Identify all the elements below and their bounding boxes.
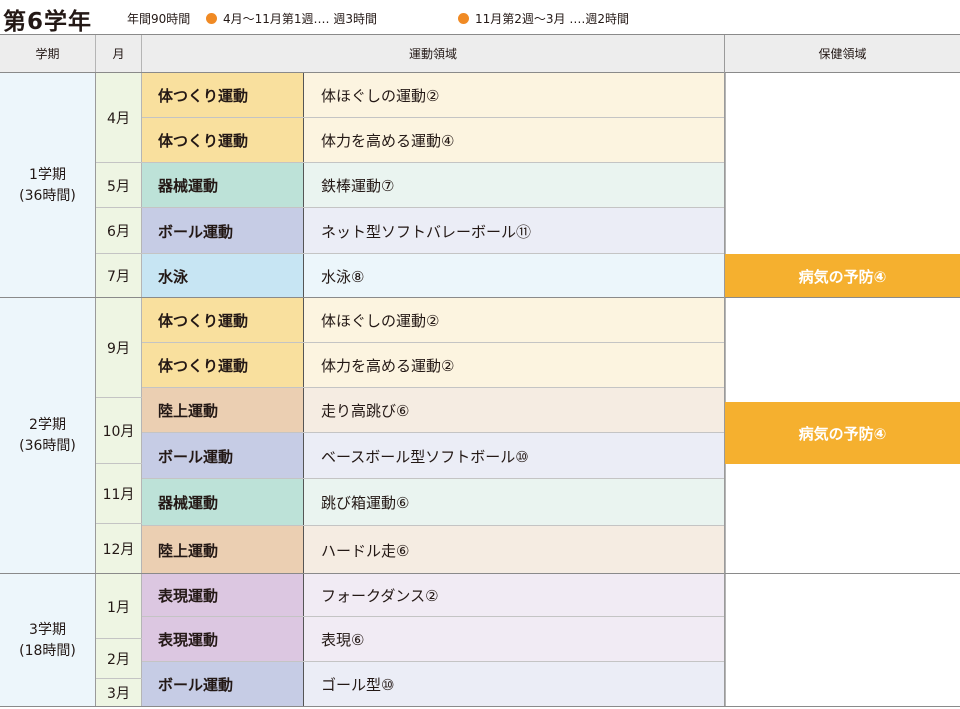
header-month: 月 xyxy=(96,34,142,73)
term-hours: (36時間) xyxy=(19,187,76,204)
month-divider xyxy=(96,463,142,464)
month-divider xyxy=(96,397,142,398)
month-cell: 7月 xyxy=(96,254,142,298)
row-divider xyxy=(0,72,960,73)
row-divider xyxy=(96,207,725,208)
health-empty xyxy=(725,464,960,574)
activity-cell: 走り高跳び⑥ xyxy=(304,388,725,433)
row-divider xyxy=(142,117,725,118)
activity-cell: 体ほぐしの運動② xyxy=(304,73,725,118)
category-cell: 陸上運動 xyxy=(142,388,304,433)
annual-hours: 年間90時間 xyxy=(127,12,191,26)
column-divider xyxy=(724,34,725,707)
header-sports: 運動領域 xyxy=(142,34,725,73)
row-divider xyxy=(142,432,725,433)
month-cell: 1月 xyxy=(96,574,142,639)
term-2: 2学期 (36時間) xyxy=(0,298,96,574)
term-hours: (18時間) xyxy=(19,642,76,659)
row-divider xyxy=(96,162,725,163)
row-divider xyxy=(142,661,725,662)
row-divider xyxy=(142,478,725,479)
category-cell: 体つくり運動 xyxy=(142,343,304,388)
activity-cell: フォークダンス② xyxy=(304,574,725,617)
term-1: 1学期 (36時間) xyxy=(0,73,96,298)
term-divider xyxy=(0,297,960,298)
header-health: 保健領域 xyxy=(725,34,960,73)
activity-cell: 鉄棒運動⑦ xyxy=(304,163,725,208)
category-cell: 体つくり運動 xyxy=(142,298,304,343)
month-divider xyxy=(96,678,142,679)
legend-item: 11月第2週～3月 ‥‥週2時間 xyxy=(458,10,629,27)
category-cell: 体つくり運動 xyxy=(142,118,304,163)
health-cell: 病気の予防④ xyxy=(725,402,960,464)
category-cell: 表現運動 xyxy=(142,574,304,617)
activity-cell: ベースボール型ソフトボール⑩ xyxy=(304,433,725,479)
month-divider xyxy=(96,523,142,524)
category-cell: 陸上運動 xyxy=(142,526,304,574)
legend-text: 11月第2週～3月 ‥‥週2時間 xyxy=(475,12,630,26)
activity-cell: ゴール型⑩ xyxy=(304,662,725,707)
term-hours: (36時間) xyxy=(19,438,76,454)
category-cell: 器械運動 xyxy=(142,163,304,208)
term-divider xyxy=(0,573,960,574)
term-name: 1学期 xyxy=(29,166,66,183)
category-cell: ボール運動 xyxy=(142,208,304,254)
orange-dot-icon xyxy=(206,13,217,24)
term-3: 3学期 (18時間) xyxy=(0,574,96,707)
month-divider xyxy=(96,638,142,639)
health-empty xyxy=(725,73,960,254)
annual-plan-table: 学期 月 運動領域 保健領域 1学期 (36時間) 2学期 (36時間) 3学期 (1… xyxy=(0,34,960,707)
row-divider xyxy=(142,616,725,617)
month-cell: 3月 xyxy=(96,679,142,707)
page-header: 第6学年 年間90時間 4月～11月第1週‥‥ 週3時間 11月第2週～3月 ‥… xyxy=(0,0,960,35)
health-empty xyxy=(725,574,960,707)
activity-cell: ハードル走⑥ xyxy=(304,526,725,574)
health-cell: 病気の予防④ xyxy=(725,254,960,298)
month-cell: 11月 xyxy=(96,464,142,524)
month-cell: 2月 xyxy=(96,639,142,679)
activity-cell: 表現⑥ xyxy=(304,617,725,662)
month-cell: 6月 xyxy=(96,208,142,254)
term-name: 3学期 xyxy=(29,621,66,638)
row-divider xyxy=(142,387,725,388)
category-cell: 体つくり運動 xyxy=(142,73,304,118)
health-empty xyxy=(725,298,960,402)
activity-cell: 体ほぐしの運動② xyxy=(304,298,725,343)
month-cell: 9月 xyxy=(96,298,142,398)
header-term: 学期 xyxy=(0,34,96,73)
month-cell: 12月 xyxy=(96,524,142,574)
activity-cell: 水泳⑧ xyxy=(304,254,725,298)
row-divider xyxy=(142,525,725,526)
grade-title: 第6学年 xyxy=(3,9,93,35)
category-cell: ボール運動 xyxy=(142,662,304,707)
orange-dot-icon xyxy=(458,13,469,24)
row-divider xyxy=(96,253,725,254)
category-cell: 器械運動 xyxy=(142,479,304,526)
term-name: 2学期 xyxy=(29,417,66,433)
category-cell: 表現運動 xyxy=(142,617,304,662)
month-cell: 4月 xyxy=(96,73,142,163)
activity-cell: ネット型ソフトバレーボール⑪ xyxy=(304,208,725,254)
category-cell: ボール運動 xyxy=(142,433,304,479)
row-divider xyxy=(142,342,725,343)
legend-text: 4月～11月第1週‥‥ 週3時間 xyxy=(223,12,378,26)
month-cell: 5月 xyxy=(96,163,142,208)
month-cell: 10月 xyxy=(96,398,142,464)
activity-cell: 跳び箱運動⑥ xyxy=(304,479,725,526)
activity-cell: 体力を高める運動④ xyxy=(304,118,725,163)
legend-item: 4月～11月第1週‥‥ 週3時間 xyxy=(206,10,377,27)
activity-cell: 体力を高める運動② xyxy=(304,343,725,388)
category-cell: 水泳 xyxy=(142,254,304,298)
